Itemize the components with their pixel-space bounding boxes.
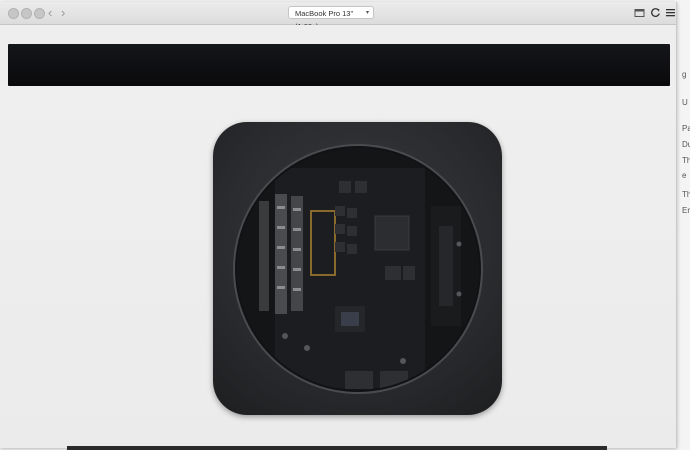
window-minimize-icon[interactable] xyxy=(21,8,32,19)
dark-header-banner xyxy=(8,44,670,86)
window-close-icon[interactable] xyxy=(8,8,19,19)
bg-text-fragment: Pa xyxy=(682,124,690,133)
bottom-strip xyxy=(67,446,607,450)
bg-text-fragment: e xyxy=(682,171,687,180)
chevron-left-icon[interactable]: ‹ xyxy=(48,5,52,21)
bg-text-fragment: En xyxy=(682,206,690,215)
window-zoom-icon[interactable] xyxy=(34,8,45,19)
chevron-down-icon: ▾ xyxy=(365,10,369,16)
page-viewport[interactable] xyxy=(0,25,676,448)
screenshot-icon[interactable] xyxy=(634,7,645,18)
reload-icon[interactable] xyxy=(650,7,661,18)
motherboard-view xyxy=(233,144,483,394)
mac-mini-internals-image xyxy=(213,122,502,415)
simulator-window: ‹ › MacBook Pro 13" (1.00x) ▾ xyxy=(0,2,677,448)
title-bar: ‹ › MacBook Pro 13" (1.00x) ▾ xyxy=(0,2,676,31)
bg-text-fragment: Th xyxy=(682,156,690,165)
bg-text-fragment: g xyxy=(682,70,687,79)
hamburger-menu-icon[interactable] xyxy=(665,7,676,18)
bg-text-fragment: Th xyxy=(682,190,690,199)
chevron-right-icon[interactable]: › xyxy=(61,5,65,21)
bg-text-fragment: U xyxy=(682,98,688,107)
bg-text-fragment: Du xyxy=(682,140,690,149)
device-selector[interactable]: MacBook Pro 13" (1.00x) ▾ xyxy=(288,6,374,31)
